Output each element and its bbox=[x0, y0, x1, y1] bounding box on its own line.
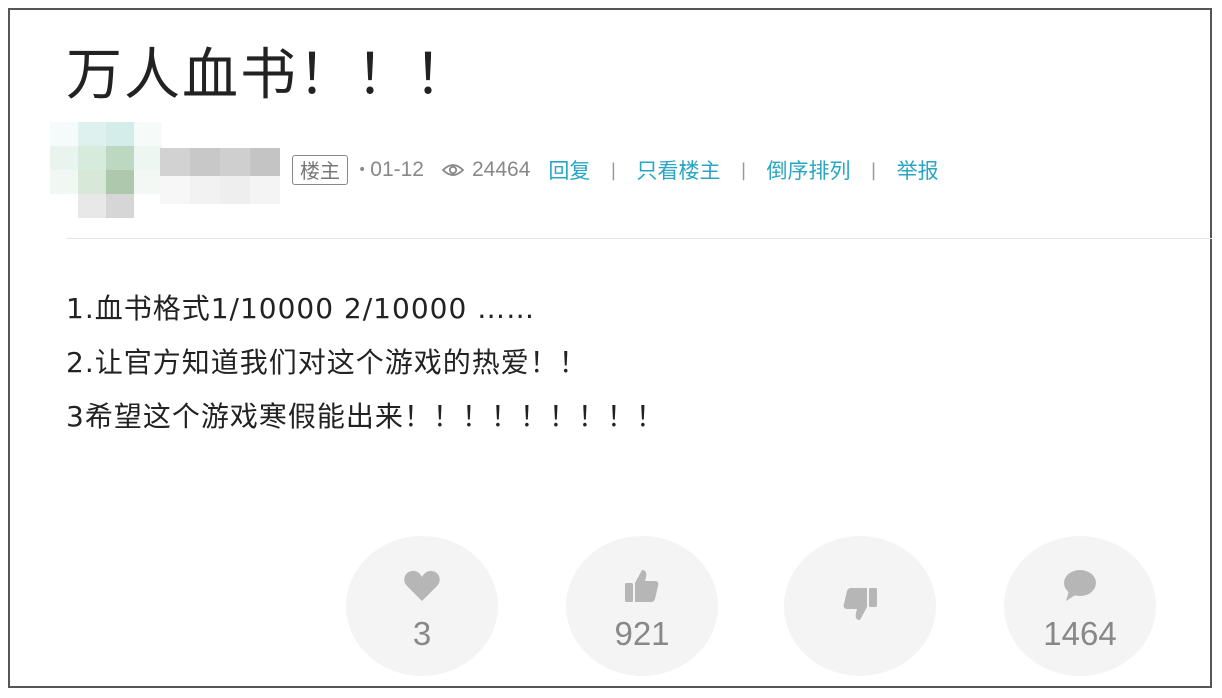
speech-bubble-icon bbox=[1062, 568, 1098, 604]
report-link[interactable]: 举报 bbox=[897, 155, 939, 185]
post-body-line: 1.血书格式1/10000 2/10000 …… bbox=[66, 292, 536, 325]
divider bbox=[66, 238, 1212, 239]
username-pixelated[interactable] bbox=[160, 148, 280, 208]
like-button[interactable]: 921 bbox=[566, 536, 718, 676]
thumbs-down-icon bbox=[842, 586, 878, 622]
reply-link[interactable]: 回复 bbox=[548, 155, 590, 185]
view-count: 24464 bbox=[471, 158, 531, 181]
author-badge: 楼主 bbox=[292, 155, 348, 185]
separator: | bbox=[870, 159, 877, 181]
post-body-line: 2.让官方知道我们对这个游戏的热爱！！ bbox=[66, 346, 588, 379]
heart-icon bbox=[403, 568, 441, 604]
dislike-button[interactable] bbox=[784, 536, 936, 676]
reverse-order-link[interactable]: 倒序排列 bbox=[767, 155, 851, 185]
comments-button[interactable]: 1464 bbox=[1004, 536, 1156, 676]
like-count: 921 bbox=[614, 615, 670, 652]
comments-count: 1464 bbox=[1043, 615, 1117, 652]
favorite-count: 3 bbox=[412, 615, 432, 652]
post-body-line: 3希望这个游戏寒假能出来！！！！！！！！！ bbox=[66, 400, 665, 433]
eye-icon bbox=[441, 163, 464, 177]
post-title: 万人血书！！！ bbox=[66, 43, 472, 108]
thumbs-up-icon bbox=[624, 568, 660, 604]
post-body: 1.血书格式1/10000 2/10000 …… 2.让官方知道我们对这个游戏的… bbox=[66, 282, 665, 444]
separator: | bbox=[740, 159, 747, 181]
post-card: 万人血书！！！ 楼主 • 01-12 24464 回复 | 只看楼主 | 倒序排… bbox=[8, 8, 1212, 688]
author-only-link[interactable]: 只看楼主 bbox=[636, 155, 720, 185]
post-meta: 楼主 • 01-12 24464 回复 | 只看楼主 | 倒序排列 | 举报 bbox=[292, 152, 939, 188]
separator: | bbox=[610, 159, 617, 181]
favorite-button[interactable]: 3 bbox=[346, 536, 498, 676]
avatar[interactable] bbox=[50, 122, 162, 218]
dot-separator: • bbox=[358, 162, 367, 178]
post-date: 01-12 bbox=[370, 158, 424, 181]
